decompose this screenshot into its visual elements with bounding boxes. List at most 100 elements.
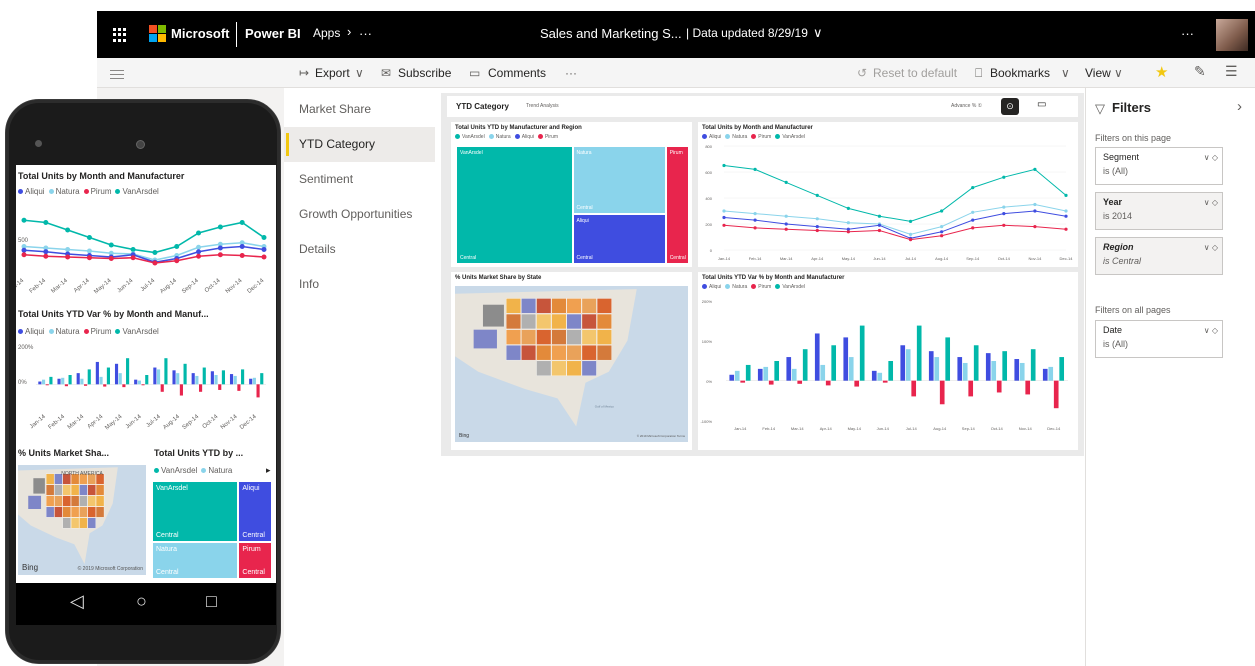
- data-point: [908, 232, 913, 236]
- filter-expand-icon[interactable]: ∨ ◇: [1204, 198, 1218, 207]
- filter-name: Segment: [1103, 152, 1140, 162]
- hamburger-icon[interactable]: [110, 70, 124, 82]
- bar-vanarsdel: [164, 358, 168, 385]
- legend-item[interactable]: Natura: [48, 327, 80, 336]
- treemap-cell-aliqui[interactable]: Aliqui Central: [572, 214, 666, 264]
- report-name[interactable]: Sales and Marketing S...: [540, 26, 682, 41]
- state-shape: [46, 495, 55, 507]
- state-shape: [581, 313, 597, 330]
- page-tab-growth-opportunities[interactable]: Growth Opportunities: [284, 197, 435, 232]
- subscribe-button[interactable]: Subscribe: [398, 66, 451, 80]
- bar-vanarsdel: [106, 367, 110, 385]
- legend-item[interactable]: Pirum: [83, 187, 111, 196]
- phone-map-plot: Bing © 2019 Microsoft Corporation NORTH AM…: [18, 465, 146, 575]
- filter-card-date[interactable]: Date is (All) ∨ ◇: [1095, 320, 1223, 358]
- legend-label: Natura: [55, 187, 80, 196]
- legend-item[interactable]: Natura: [201, 466, 232, 475]
- legend-item[interactable]: VanArsdel: [115, 327, 159, 336]
- more-options-button[interactable]: ···: [1181, 26, 1194, 41]
- user-avatar[interactable]: [1216, 19, 1248, 51]
- map-visual[interactable]: % Units Market Share by State Bing © 2019…: [451, 272, 692, 450]
- back-icon[interactable]: ◁: [70, 591, 84, 612]
- app-launcher-icon[interactable]: [113, 28, 127, 42]
- treemap-cell-natura[interactable]: Natura Central: [572, 146, 666, 215]
- legend-item[interactable]: Natura: [48, 187, 80, 196]
- edit-pencil-icon[interactable]: ✎: [1194, 63, 1206, 80]
- view-chevron-icon[interactable]: ∨: [1114, 66, 1123, 80]
- home-icon[interactable]: ○: [136, 591, 147, 612]
- phone-line-title[interactable]: Total Units by Month and Manufacturer: [18, 171, 184, 181]
- bar-pirum: [45, 384, 49, 386]
- apps-link[interactable]: Apps: [313, 26, 340, 40]
- bar-vanarsdel: [49, 376, 53, 385]
- data-point: [21, 252, 27, 258]
- filter-card-year[interactable]: Year is 2014 ∨ ◇: [1095, 192, 1223, 230]
- toggle-icon[interactable]: ⊙: [1001, 98, 1019, 115]
- product-name[interactable]: Power BI: [245, 26, 301, 41]
- filter-expand-icon[interactable]: ∨ ◇: [1204, 153, 1218, 162]
- filter-expand-icon[interactable]: ∨ ◇: [1204, 326, 1218, 335]
- data-point: [43, 249, 49, 255]
- legend-item[interactable]: Aliqui: [18, 187, 45, 196]
- phone-map-title[interactable]: % Units Market Sha...: [18, 448, 109, 458]
- line-chart-visual[interactable]: Total Units by Month and Manufacturer Al…: [698, 122, 1078, 267]
- data-point: [1064, 227, 1068, 231]
- legend-label: Pirum: [90, 327, 112, 336]
- legend-item[interactable]: VanArsdel: [115, 187, 159, 196]
- x-tick-label: Sep-14: [181, 278, 200, 295]
- treemap-cell-aliqui[interactable]: Aliqui Central: [238, 481, 272, 542]
- phone-treemap-title[interactable]: Total Units YTD by ...: [154, 448, 243, 458]
- view-button[interactable]: View: [1085, 66, 1111, 80]
- legend-dot-icon: [48, 329, 54, 335]
- bar-vanarsdel: [831, 345, 837, 381]
- phone-bar-title[interactable]: Total Units YTD Var % by Month and Manuf…: [18, 309, 209, 319]
- show-pane-icon[interactable]: ☰: [1225, 63, 1238, 80]
- bar-natura: [934, 357, 940, 381]
- favorite-star-icon[interactable]: ★: [1155, 63, 1168, 81]
- treemap-cell-vanarsdel[interactable]: VanArsdel Central: [456, 146, 573, 264]
- phone-camera-icon: [136, 140, 145, 149]
- report-dropdown-chevron-icon[interactable]: ∨: [813, 25, 823, 41]
- legend-item[interactable]: Aliqui: [18, 327, 45, 336]
- page-tab-market-share[interactable]: Market Share: [284, 92, 435, 127]
- breadcrumb-more-button[interactable]: ···: [359, 26, 372, 41]
- filter-expand-icon[interactable]: ∨ ◇: [1204, 243, 1218, 252]
- treemap-cell-pirum[interactable]: Pirum Central: [238, 541, 272, 579]
- data-point: [753, 212, 757, 216]
- legend-item[interactable]: VanArsdel: [154, 466, 197, 475]
- collapse-filters-icon[interactable]: ›: [1237, 98, 1242, 115]
- data-point: [877, 214, 882, 218]
- reset-to-default-button[interactable]: Reset to default: [873, 66, 957, 80]
- bar-chart-visual[interactable]: Total Units YTD Var % by Month and Manuf…: [698, 272, 1078, 450]
- treemap-cell-natura[interactable]: Natura Central: [152, 541, 239, 579]
- command-more-button[interactable]: ···: [565, 66, 577, 80]
- export-chevron-icon[interactable]: ∨: [355, 66, 364, 80]
- bookmarks-button[interactable]: Bookmarks: [990, 66, 1050, 80]
- comment-bubble-icon[interactable]: ▭: [1037, 99, 1046, 110]
- treemap-cell-vanarsdel[interactable]: VanArsdel Central: [152, 481, 239, 542]
- comments-button[interactable]: Comments: [488, 66, 546, 80]
- filter-card-segment[interactable]: Segment is (All) ∨ ◇: [1095, 147, 1223, 185]
- series-line-pirum: [723, 224, 1067, 241]
- legend-item[interactable]: Natura: [488, 134, 511, 140]
- export-button[interactable]: Export: [315, 66, 350, 80]
- recents-icon[interactable]: □: [206, 591, 217, 612]
- page-tab-details[interactable]: Details: [284, 232, 435, 267]
- state-shape: [79, 484, 88, 496]
- treemap-visual[interactable]: Total Units YTD by Manufacturer and Regi…: [451, 122, 692, 267]
- bar-vanarsdel: [87, 369, 91, 385]
- bar-natura: [1019, 362, 1025, 381]
- legend-item[interactable]: Aliqui: [514, 134, 534, 140]
- page-tab-ytd-category[interactable]: YTD Category: [284, 127, 435, 162]
- legend-item[interactable]: VanArsdel: [455, 134, 485, 140]
- phone-legend-more-icon[interactable]: ▸: [266, 465, 271, 476]
- page-tab-info[interactable]: Info: [284, 267, 435, 302]
- legend-item[interactable]: Pirum: [83, 327, 112, 336]
- page-tab-sentiment[interactable]: Sentiment: [284, 162, 435, 197]
- legend-item[interactable]: Pirum: [537, 134, 558, 140]
- x-tick-label: Feb-14: [29, 278, 48, 295]
- x-tick-label: Mar-14: [50, 278, 69, 295]
- filter-card-region[interactable]: Region is Central ∨ ◇: [1095, 237, 1223, 275]
- bookmarks-chevron-icon[interactable]: ∨: [1061, 66, 1070, 80]
- treemap-cell-pirum[interactable]: Pirum Central: [665, 146, 689, 264]
